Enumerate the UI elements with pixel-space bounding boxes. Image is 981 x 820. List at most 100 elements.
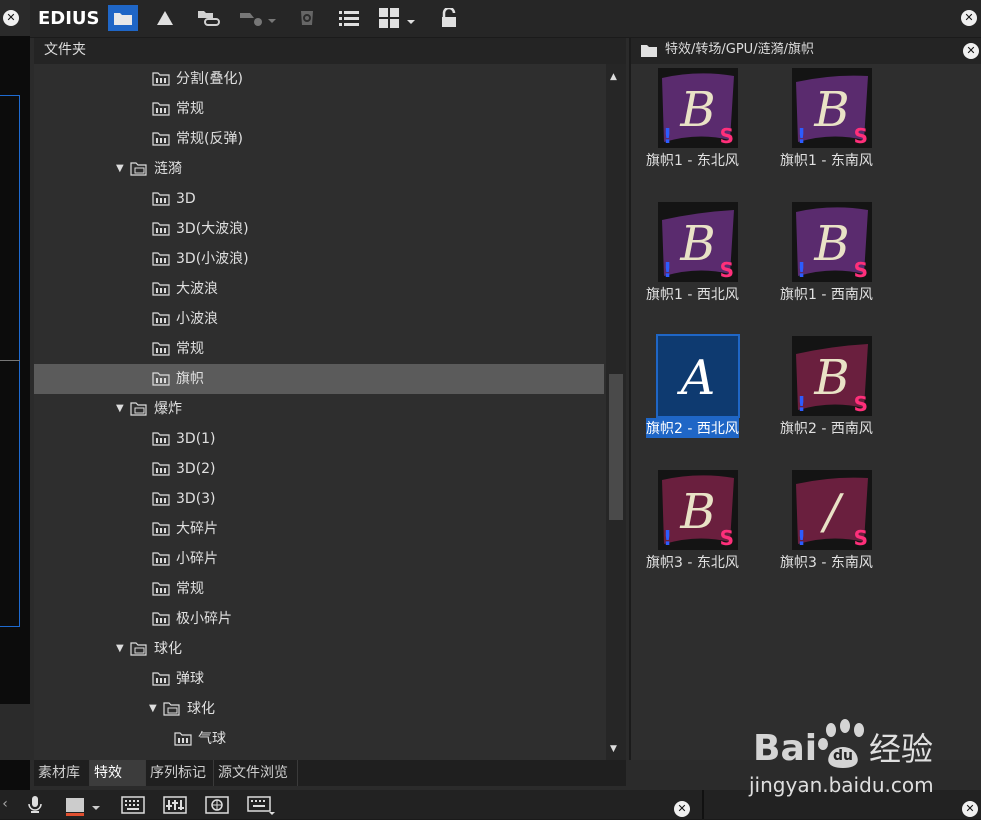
folder-icon	[152, 492, 170, 506]
mixer-icon[interactable]	[162, 796, 188, 816]
tree-node[interactable]: 3D(1)	[34, 424, 604, 454]
folder-icon	[152, 672, 170, 686]
warning-icon: !	[663, 258, 673, 282]
vertical-scrollbar[interactable]: ▲ ▼	[606, 64, 626, 760]
effect-item[interactable]: B! S 旗帜1 - 西南风	[765, 202, 875, 322]
tree-node[interactable]: ▼ 球化	[34, 694, 604, 724]
expand-arrow-icon[interactable]: ▼	[116, 394, 124, 424]
warning-icon: !	[663, 124, 673, 148]
folder-icon	[152, 222, 170, 236]
effect-thumbnail[interactable]: B! S	[792, 336, 872, 416]
effect-label: 旗帜2 - 西南风	[780, 421, 873, 437]
tree-node[interactable]: 常规	[34, 334, 604, 364]
effect-item[interactable]: B! S 旗帜1 - 西北风	[631, 202, 741, 322]
chevron-icon[interactable]: ‹	[0, 796, 10, 816]
tree-node[interactable]: 3D	[34, 184, 604, 214]
badge-icon: S	[853, 124, 868, 148]
triangle-icon[interactable]	[152, 5, 178, 31]
edius-logo: EDIUS	[38, 8, 100, 29]
tab-1[interactable]: 特效	[90, 760, 146, 786]
tab-0[interactable]: 素材库	[34, 760, 90, 786]
tree-node-label: 3D(2)	[176, 461, 216, 477]
tree-node[interactable]: 小碎片	[34, 544, 604, 574]
tree-node[interactable]: 极小碎片	[34, 604, 604, 634]
effect-thumbnail[interactable]: B! S	[792, 202, 872, 282]
expand-arrow-icon[interactable]: ▼	[149, 694, 157, 724]
close-icon[interactable]: ✕	[961, 10, 977, 26]
tab-3[interactable]: 源文件浏览	[214, 760, 298, 786]
folder-icon	[152, 462, 170, 476]
grid-view-icon[interactable]	[378, 5, 420, 31]
tree-node[interactable]: 分割(叠化)	[34, 64, 604, 94]
effect-label: 旗帜3 - 东北风	[646, 555, 739, 571]
effect-item[interactable]: B! S 旗帜1 - 东南风	[765, 68, 875, 188]
folder-icon	[152, 612, 170, 626]
tree-node[interactable]: 旗帜	[34, 364, 604, 394]
flag-letter: A	[677, 350, 716, 406]
effect-item[interactable]: B! S 旗帜2 - 西南风	[765, 336, 875, 456]
add-dropdown-icon[interactable]	[236, 5, 280, 31]
effect-item[interactable]: /! S 旗帜3 - 东南风	[765, 470, 875, 590]
folder-icon	[152, 252, 170, 266]
watermark-cn-text: 经验	[869, 730, 933, 768]
tree-node[interactable]: 大碎片	[34, 514, 604, 544]
divider	[0, 360, 20, 361]
tree-node[interactable]: 大波浪	[34, 274, 604, 304]
tree-node-label: 常规	[176, 581, 204, 597]
tree-node[interactable]: 弹球	[34, 664, 604, 694]
effect-item[interactable]: B! S 旗帜1 - 东北风	[631, 68, 741, 188]
tree-node[interactable]: 常规	[34, 574, 604, 604]
tree-node-label: 极小碎片	[176, 611, 232, 627]
lock-icon[interactable]	[436, 5, 462, 31]
tree-node[interactable]: ▼ 涟漪	[34, 154, 604, 184]
expand-arrow-icon[interactable]: ▼	[116, 634, 124, 664]
effect-thumbnail[interactable]: B! S	[658, 470, 738, 550]
scroll-up-icon[interactable]: ▲	[610, 72, 617, 82]
keyboard-dropdown-icon[interactable]	[246, 796, 278, 816]
folder-link-icon[interactable]	[194, 5, 224, 31]
tree-node[interactable]: 气球	[34, 724, 604, 754]
sync-icon[interactable]	[294, 5, 320, 31]
effect-label: 旗帜1 - 东北风	[646, 153, 739, 169]
tree-node-label: 小波浪	[176, 311, 218, 327]
scroll-thumb[interactable]	[609, 374, 623, 520]
effect-item[interactable]: B! S 旗帜3 - 东北风	[631, 470, 741, 590]
effect-item[interactable]: A 旗帜2 - 西北风	[631, 334, 741, 456]
effect-thumbnail[interactable]: A	[656, 334, 740, 418]
effect-thumbnail[interactable]: B! S	[792, 68, 872, 148]
tree-node-label: 常规	[176, 101, 204, 117]
close-icon[interactable]: ✕	[963, 43, 979, 59]
tree-node[interactable]: 3D(3)	[34, 484, 604, 514]
vectorscope-icon[interactable]	[204, 796, 230, 816]
close-icon[interactable]: ✕	[674, 801, 690, 817]
tree-node-label: 常规(反弹)	[176, 131, 243, 147]
effect-thumbnail[interactable]: /! S	[792, 470, 872, 550]
tree-node[interactable]: 常规	[34, 94, 604, 124]
expand-arrow-icon[interactable]: ▼	[116, 154, 124, 184]
tree-node[interactable]: ▼ 球化	[34, 634, 604, 664]
folder-icon[interactable]	[108, 5, 138, 31]
tree-node[interactable]: ▼ 爆炸	[34, 394, 604, 424]
keyboard-icon[interactable]	[120, 796, 146, 816]
folder-icon	[152, 522, 170, 536]
tab-2[interactable]: 序列标记	[146, 760, 214, 786]
badge-icon: S	[719, 124, 734, 148]
effect-thumbnail[interactable]: B! S	[658, 202, 738, 282]
badge-icon: S	[853, 392, 868, 416]
close-icon[interactable]: ✕	[3, 10, 19, 26]
tree-node[interactable]: 3D(小波浪)	[34, 244, 604, 274]
microphone-icon[interactable]	[22, 796, 48, 816]
tree-node-label: 球化	[154, 641, 182, 657]
tree-node[interactable]: 3D(2)	[34, 454, 604, 484]
tree-node[interactable]: 3D(大波浪)	[34, 214, 604, 244]
effect-thumbnail[interactable]: B! S	[658, 68, 738, 148]
effect-label: 旗帜2 - 西北风	[646, 418, 739, 438]
flag-letter: B	[679, 82, 715, 138]
scroll-down-icon[interactable]: ▼	[610, 744, 617, 754]
tree-node-label: 分割(叠化)	[176, 71, 243, 87]
tree-node[interactable]: 常规(反弹)	[34, 124, 604, 154]
tree-node-label: 大波浪	[176, 281, 218, 297]
clip-marker-icon[interactable]	[62, 796, 106, 816]
list-view-icon[interactable]	[336, 5, 362, 31]
tree-node[interactable]: 小波浪	[34, 304, 604, 334]
